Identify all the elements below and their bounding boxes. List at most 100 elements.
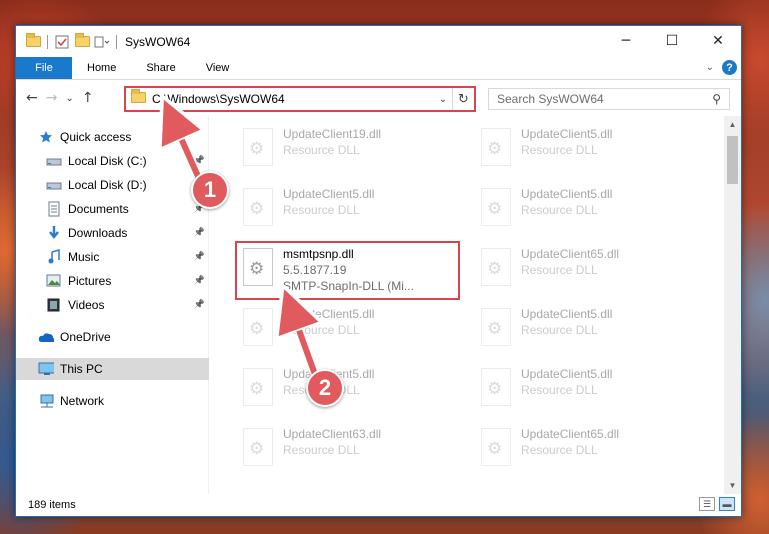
step-2-badge: 2 — [306, 369, 344, 407]
dll-file-icon — [243, 128, 273, 166]
tiles-view-icon[interactable]: ▬ — [719, 497, 735, 511]
file-name: UpdateClient5.dll — [521, 187, 613, 201]
sidebar-item-music[interactable]: Music 📌 — [16, 246, 209, 268]
sidebar-item-label: Videos — [68, 298, 105, 312]
tab-view[interactable]: View — [191, 57, 245, 79]
file-item[interactable]: UpdateClient5.dllResource DLL — [239, 364, 459, 414]
music-icon — [46, 249, 62, 265]
file-name: UpdateClient65.dll — [521, 247, 620, 261]
status-bar: 189 items ☰ ▬ — [16, 494, 741, 516]
chevron-down-icon[interactable]: ⌄ — [434, 94, 452, 105]
file-name: UpdateClient5.dll — [521, 307, 613, 321]
scroll-up-icon[interactable]: ▲ — [724, 116, 741, 133]
file-name: UpdateClient5.dll — [283, 307, 375, 321]
dll-file-icon — [481, 308, 511, 346]
sidebar-item-downloads[interactable]: Downloads 📌 — [16, 222, 209, 244]
file-description: Resource DLL — [283, 143, 360, 157]
file-description: Resource DLL — [521, 323, 598, 337]
downloads-icon — [46, 225, 62, 241]
sidebar-item-label: This PC — [60, 362, 103, 376]
sidebar-item-local-disk-d[interactable]: Local Disk (D:) — [16, 174, 209, 196]
sidebar-item-network[interactable]: Network — [16, 390, 209, 412]
dll-file-icon — [243, 188, 273, 226]
network-icon — [38, 393, 54, 409]
file-details: UpdateClient5.dll Resource DLL — [521, 127, 612, 174]
ribbon-tabs: File Home Share View ⌄ ? — [16, 57, 741, 80]
file-name: UpdateClient5.dll — [521, 367, 613, 381]
search-box[interactable]: Search SysWOW64 ⚲ — [488, 88, 730, 110]
sidebar-item-videos[interactable]: Videos 📌 — [16, 294, 209, 316]
up-icon[interactable]: ↑ — [82, 90, 94, 106]
file-item[interactable]: UpdateClient65.dll Resource DLL — [477, 424, 697, 474]
file-item[interactable]: UpdateClient63.dll Resource DLL — [239, 424, 459, 474]
dll-file-icon — [243, 308, 273, 346]
sidebar-item-label: Quick access — [60, 130, 132, 144]
dll-file-icon — [243, 368, 273, 406]
quick-access-toolbar — [16, 33, 119, 50]
sidebar-item-label: Network — [60, 394, 105, 408]
search-icon: ⚲ — [712, 92, 721, 106]
file-description: Resource DLL — [521, 443, 598, 457]
file-details: UpdateClient5.dll Resource DLL — [283, 187, 374, 234]
file-item[interactable]: UpdateClient5.dll Resource DLL — [477, 364, 697, 414]
pictures-icon — [46, 273, 62, 289]
properties-icon[interactable] — [54, 34, 70, 50]
address-bar[interactable]: C:\Windows\SysWOW64 ⌄ ↻ — [124, 86, 476, 112]
sidebar-item-pictures[interactable]: Pictures 📌 — [16, 270, 209, 292]
scroll-down-icon[interactable]: ▼ — [724, 477, 741, 494]
pin-icon: 📌 — [193, 228, 205, 238]
new-folder-icon[interactable] — [74, 33, 90, 50]
file-item[interactable]: UpdateClient5.dllResource DLL — [239, 184, 459, 234]
expand-ribbon-icon[interactable]: ⌄ — [706, 62, 714, 73]
navigation-pane: Quick access Local Disk (C:) 📌 Local Disk (… — [16, 116, 209, 494]
sidebar-item-quick-access[interactable]: Quick access — [16, 126, 209, 148]
minimize-button[interactable]: ─ — [603, 26, 649, 56]
search-input[interactable]: Search SysWOW64 — [497, 92, 712, 106]
recent-locations-icon[interactable]: ⌄ — [65, 93, 73, 104]
file-name: UpdateClient63.dll — [283, 427, 382, 441]
refresh-icon[interactable]: ↻ — [452, 88, 474, 110]
drive-icon — [46, 177, 62, 193]
tab-share[interactable]: Share — [131, 57, 190, 79]
pin-icon: 📌 — [193, 252, 205, 262]
file-description: Resource DLL — [521, 143, 598, 157]
forward-icon[interactable]: → — [46, 90, 58, 106]
file-description: Resource DLL — [521, 383, 598, 397]
window-title: SysWOW64 — [125, 34, 191, 49]
maximize-button[interactable]: ☐ — [649, 26, 695, 56]
close-button[interactable]: ✕ — [695, 26, 741, 56]
help-icon[interactable]: ? — [722, 60, 737, 75]
pin-icon: 📌 — [193, 276, 205, 286]
customize-toolbar-icon[interactable] — [94, 34, 110, 50]
vertical-scrollbar[interactable]: ▲ ▼ — [724, 116, 741, 494]
file-item[interactable]: UpdateClient5.dll Resource DLL — [477, 304, 697, 354]
dll-file-icon — [243, 428, 273, 466]
file-list: UpdateClient65.dllResource DLLUpdateClie… — [209, 116, 741, 494]
file-name: UpdateClient65.dll — [521, 427, 620, 441]
file-details: UpdateClient5.dll Resource DLL — [521, 307, 612, 354]
sidebar-item-local-disk-c[interactable]: Local Disk (C:) 📌 — [16, 150, 209, 172]
address-path[interactable]: C:\Windows\SysWOW64 — [152, 92, 434, 106]
scrollbar-thumb[interactable] — [727, 136, 738, 184]
file-item[interactable]: UpdateClient19.dll Resource DLL — [239, 124, 459, 174]
sidebar-item-this-pc[interactable]: This PC — [16, 358, 209, 380]
tab-file[interactable]: File — [16, 57, 72, 79]
back-icon[interactable]: ← — [26, 90, 38, 106]
dll-file-icon — [481, 428, 511, 466]
navigation-buttons: ← → ⌄ ↑ — [16, 90, 124, 106]
tab-home[interactable]: Home — [72, 57, 131, 79]
sidebar-item-onedrive[interactable]: OneDrive — [16, 326, 209, 348]
file-item[interactable]: UpdateClient5.dll Resource DLL — [239, 304, 459, 354]
sidebar-item-documents[interactable]: Documents 📌 — [16, 198, 209, 220]
explorer-window: SysWOW64 ─ ☐ ✕ File Home Share View ⌄ ? … — [15, 25, 742, 517]
sidebar-item-label: Documents — [68, 202, 129, 216]
dll-file-icon — [481, 188, 511, 226]
file-item[interactable]: UpdateClient5.dllResource DLL — [477, 124, 697, 174]
file-details: UpdateClient65.dll Resource DLL — [521, 247, 619, 294]
file-description: Resource DLL — [283, 203, 360, 217]
file-item[interactable]: UpdateClient65.dll Resource DLL — [477, 244, 697, 294]
file-item[interactable]: UpdateClient5.dllResource DLL — [477, 184, 697, 234]
file-description: Resource DLL — [283, 323, 360, 337]
sidebar-item-label: Music — [68, 250, 100, 264]
details-view-icon[interactable]: ☰ — [699, 497, 715, 511]
